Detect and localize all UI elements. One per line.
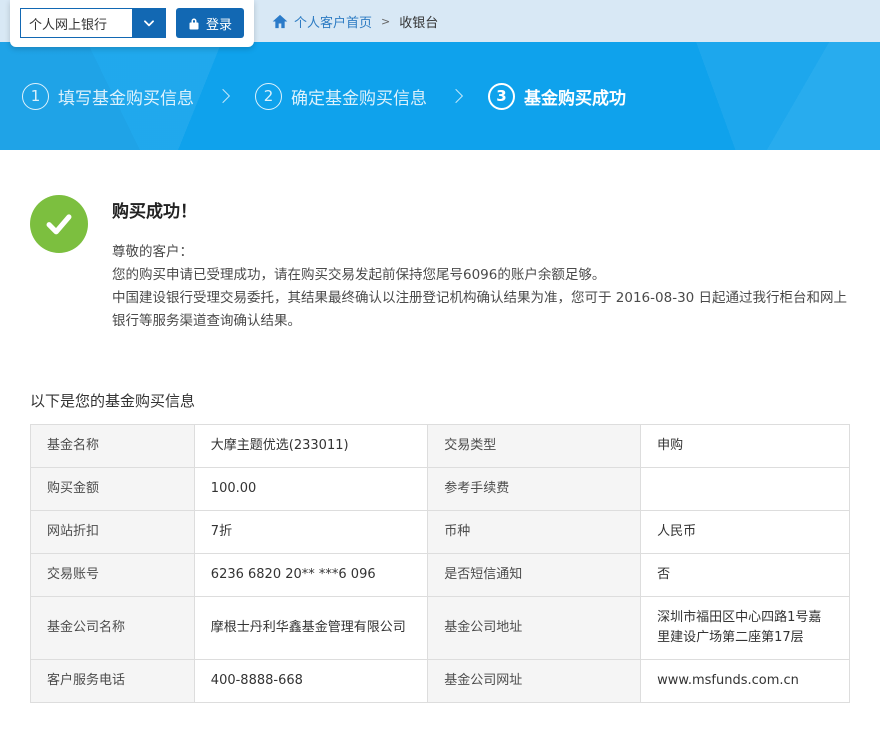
main-content: 购买成功！ 尊敬的客户： 您的购买申请已受理成功，请在购买交易发起前保持您尾号6… <box>0 191 880 739</box>
purchase-info-table: 基金名称 大摩主题优选(233011) 交易类型 申购 购买金额 100.00 … <box>30 424 850 703</box>
cell-label: 交易类型 <box>428 425 641 468</box>
cell-label: 基金公司名称 <box>31 597 195 660</box>
login-button-label: 登录 <box>206 14 232 33</box>
table-row: 基金名称 大摩主题优选(233011) 交易类型 申购 <box>31 425 850 468</box>
step-separator-icon <box>216 89 230 103</box>
cell-label: 网站折扣 <box>31 511 195 554</box>
step-separator-icon <box>449 89 463 103</box>
breadcrumb-separator: > <box>381 15 390 28</box>
cell-label: 是否短信通知 <box>428 554 641 597</box>
cell-value: 400-8888-668 <box>194 660 427 703</box>
success-check-icon <box>30 195 88 253</box>
breadcrumb-home-label: 个人客户首页 <box>294 12 372 31</box>
cell-value: 深圳市福田区中心四路1号嘉里建设广场第二座第17层 <box>641 597 850 660</box>
cell-label: 交易账号 <box>31 554 195 597</box>
cell-value <box>641 468 850 511</box>
step-2-label: 确定基金购买信息 <box>291 84 427 109</box>
success-line-accepted: 您的购买申请已受理成功，请在购买交易发起前保持您尾号6096的账户余额足够。 <box>112 264 850 287</box>
step-2-number: 2 <box>255 83 282 110</box>
step-3-number: 3 <box>488 83 515 110</box>
cell-value: www.msfunds.com.cn <box>641 660 850 703</box>
table-row: 网站折扣 7折 币种 人民币 <box>31 511 850 554</box>
purchase-info-title: 以下是您的基金购买信息 <box>30 390 850 411</box>
cell-value: 7折 <box>194 511 427 554</box>
step-3-success: 3 基金购买成功 <box>488 83 626 110</box>
success-line-salutation: 尊敬的客户： <box>112 241 850 264</box>
cell-label: 币种 <box>428 511 641 554</box>
steps-banner: 1 填写基金购买信息 2 确定基金购买信息 3 基金购买成功 <box>0 42 880 150</box>
breadcrumb: 个人客户首页 > 收银台 <box>272 0 880 42</box>
page: 个人网上银行 登录 个人客户首页 > 收银台 <box>0 0 880 739</box>
breadcrumb-home-link[interactable]: 个人客户首页 <box>272 12 372 31</box>
home-icon <box>272 14 288 29</box>
table-row: 基金公司名称 摩根士丹利华鑫基金管理有限公司 基金公司地址 深圳市福田区中心四路… <box>31 597 850 660</box>
step-1-number: 1 <box>22 83 49 110</box>
cell-label: 基金公司地址 <box>428 597 641 660</box>
table-row: 客户服务电话 400-8888-668 基金公司网址 www.msfunds.c… <box>31 660 850 703</box>
lock-icon <box>188 17 200 30</box>
login-panel: 个人网上银行 登录 <box>10 0 254 47</box>
cell-label: 购买金额 <box>31 468 195 511</box>
table-row: 购买金额 100.00 参考手续费 <box>31 468 850 511</box>
channel-dropdown-value: 个人网上银行 <box>20 8 132 38</box>
cell-label: 基金名称 <box>31 425 195 468</box>
chevron-down-icon[interactable] <box>132 8 166 38</box>
cell-value: 6236 6820 20** ***6 096 <box>194 554 427 597</box>
cell-label: 参考手续费 <box>428 468 641 511</box>
step-2-confirm-info: 2 确定基金购买信息 <box>255 83 427 110</box>
cell-value: 申购 <box>641 425 850 468</box>
success-message-text: 购买成功！ 尊敬的客户： 您的购买申请已受理成功，请在购买交易发起前保持您尾号6… <box>112 191 850 333</box>
cell-value: 摩根士丹利华鑫基金管理有限公司 <box>194 597 427 660</box>
cell-value: 大摩主题优选(233011) <box>194 425 427 468</box>
cell-value: 否 <box>641 554 850 597</box>
step-1-fill-info: 1 填写基金购买信息 <box>22 83 194 110</box>
cell-value: 人民币 <box>641 511 850 554</box>
breadcrumb-current: 收银台 <box>399 12 438 31</box>
channel-dropdown[interactable]: 个人网上银行 <box>20 8 166 38</box>
success-title: 购买成功！ <box>112 197 850 222</box>
cell-label: 客户服务电话 <box>31 660 195 703</box>
login-button[interactable]: 登录 <box>176 8 244 38</box>
cell-label: 基金公司网址 <box>428 660 641 703</box>
success-message-block: 购买成功！ 尊敬的客户： 您的购买申请已受理成功，请在购买交易发起前保持您尾号6… <box>30 191 850 333</box>
success-line-confirmation: 中国建设银行受理交易委托，其结果最终确认以注册登记机构确认结果为准，您可于 20… <box>112 287 850 333</box>
top-bar: 个人网上银行 登录 个人客户首页 > 收银台 <box>0 0 880 42</box>
table-row: 交易账号 6236 6820 20** ***6 096 是否短信通知 否 <box>31 554 850 597</box>
step-1-label: 填写基金购买信息 <box>58 84 194 109</box>
step-3-label: 基金购买成功 <box>524 84 626 109</box>
cell-value: 100.00 <box>194 468 427 511</box>
